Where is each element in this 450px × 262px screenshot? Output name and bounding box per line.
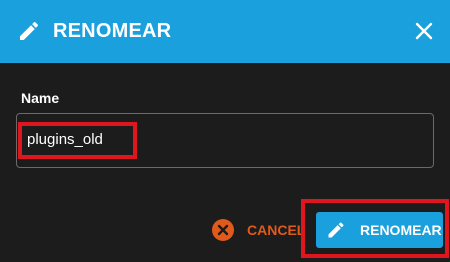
dialog-header: RENOMEAR: [0, 0, 450, 63]
pencil-icon: [17, 19, 41, 43]
close-icon[interactable]: [412, 19, 436, 43]
dialog-title: RENOMEAR: [53, 20, 172, 42]
rename-dialog: RENOMEAR Name CANCEL RENOMEAR: [0, 0, 450, 262]
name-field: [16, 113, 434, 168]
name-field-label: Name: [21, 90, 60, 106]
name-input[interactable]: [27, 131, 407, 148]
rename-confirm-label: RENOMEAR: [360, 222, 442, 238]
cancel-button-label: CANCEL: [247, 222, 306, 238]
pencil-icon: [326, 220, 346, 240]
rename-confirm-button[interactable]: RENOMEAR: [316, 212, 443, 248]
cancel-circle-icon: [211, 218, 235, 242]
